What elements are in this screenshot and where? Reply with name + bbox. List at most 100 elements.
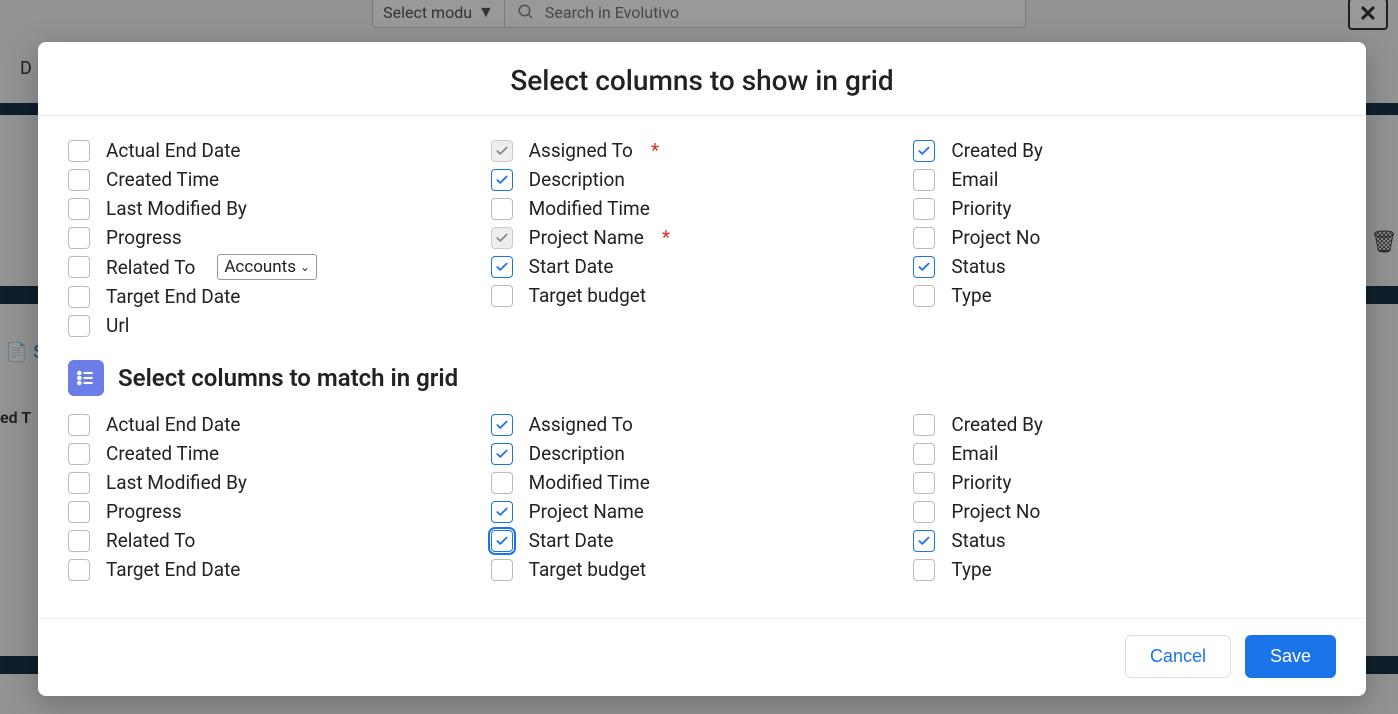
column-option: Type bbox=[913, 281, 1316, 310]
checkbox-label: Project Name bbox=[529, 500, 644, 523]
checkbox-label: Target budget bbox=[529, 284, 646, 307]
column-option: Progress bbox=[68, 223, 471, 252]
checkbox-label: Assigned To bbox=[529, 413, 633, 436]
checkbox-label: Modified Time bbox=[529, 197, 650, 220]
checkbox[interactable] bbox=[913, 140, 935, 162]
checkbox[interactable] bbox=[913, 530, 935, 552]
checkbox[interactable] bbox=[491, 530, 513, 552]
checkbox-label: Email bbox=[951, 168, 998, 191]
checkbox[interactable] bbox=[491, 256, 513, 278]
checkbox[interactable] bbox=[68, 472, 90, 494]
column-option: Priority bbox=[913, 194, 1316, 223]
column-option: Project Name bbox=[491, 497, 894, 526]
modal-body: Actual End Date Created Time Last Modified… bbox=[38, 116, 1366, 618]
match-section-header: Select columns to match in grid bbox=[68, 360, 1316, 396]
checkbox[interactable] bbox=[68, 559, 90, 581]
checkbox[interactable] bbox=[491, 198, 513, 220]
checkbox-label: Target End Date bbox=[106, 558, 240, 581]
related-to-select[interactable]: Accounts⌄ bbox=[217, 254, 317, 280]
list-icon bbox=[68, 360, 104, 396]
checkbox[interactable] bbox=[68, 169, 90, 191]
checkbox[interactable] bbox=[68, 286, 90, 308]
column-option: Status bbox=[913, 526, 1316, 555]
column-option: Created Time bbox=[68, 439, 471, 468]
checkbox-label: Created Time bbox=[106, 442, 219, 465]
checkbox[interactable] bbox=[491, 501, 513, 523]
checkbox[interactable] bbox=[68, 414, 90, 436]
checkbox[interactable] bbox=[491, 472, 513, 494]
checkbox[interactable] bbox=[68, 530, 90, 552]
checkbox[interactable] bbox=[913, 256, 935, 278]
checkbox-label: Status bbox=[951, 255, 1005, 278]
modal-header: Select columns to show in grid bbox=[38, 42, 1366, 116]
checkbox[interactable] bbox=[491, 285, 513, 307]
checkbox[interactable] bbox=[913, 501, 935, 523]
match-section-title: Select columns to match in grid bbox=[118, 364, 458, 392]
checkbox[interactable] bbox=[913, 559, 935, 581]
column-picker-modal: Select columns to show in grid Actual En… bbox=[38, 42, 1366, 696]
checkbox[interactable] bbox=[913, 198, 935, 220]
checkbox-label: Type bbox=[951, 284, 991, 307]
column-option: Related To Accounts⌄ bbox=[68, 252, 471, 282]
modal-scroll[interactable]: Actual End Date Created Time Last Modified… bbox=[68, 136, 1326, 618]
checkbox-label: Priority bbox=[951, 197, 1011, 220]
cancel-button[interactable]: Cancel bbox=[1125, 635, 1231, 678]
modal-footer: Cancel Save bbox=[38, 618, 1366, 696]
column-option: Assigned To* bbox=[491, 136, 894, 165]
checkbox-label: Project No bbox=[951, 500, 1040, 523]
checkbox[interactable] bbox=[68, 315, 90, 337]
checkbox[interactable] bbox=[913, 443, 935, 465]
column-option: Url bbox=[68, 311, 471, 340]
column-option: Created By bbox=[913, 136, 1316, 165]
checkbox[interactable] bbox=[913, 472, 935, 494]
modal-title: Select columns to show in grid bbox=[68, 64, 1336, 97]
checkbox[interactable] bbox=[68, 443, 90, 465]
checkbox-label: Created Time bbox=[106, 168, 219, 191]
checkbox-label: Start Date bbox=[529, 529, 614, 552]
checkbox bbox=[491, 140, 513, 162]
checkbox[interactable] bbox=[913, 414, 935, 436]
checkbox[interactable] bbox=[68, 140, 90, 162]
column-option: Modified Time bbox=[491, 194, 894, 223]
column-option: Created By bbox=[913, 410, 1316, 439]
column-option: Assigned To bbox=[491, 410, 894, 439]
checkbox-label: Description bbox=[529, 168, 625, 191]
show-columns-grid: Actual End Date Created Time Last Modified… bbox=[68, 136, 1316, 340]
checkbox-label: Related To bbox=[106, 529, 195, 552]
column-option: Actual End Date bbox=[68, 410, 471, 439]
chevron-down-icon: ⌄ bbox=[300, 260, 310, 274]
checkbox[interactable] bbox=[68, 501, 90, 523]
checkbox[interactable] bbox=[491, 169, 513, 191]
required-marker: * bbox=[662, 226, 670, 249]
checkbox-label: Progress bbox=[106, 226, 182, 249]
column-option: Last Modified By bbox=[68, 468, 471, 497]
column-option: Progress bbox=[68, 497, 471, 526]
required-marker: * bbox=[651, 139, 659, 162]
checkbox-label: Status bbox=[951, 529, 1005, 552]
checkbox[interactable] bbox=[68, 198, 90, 220]
checkbox-label: Type bbox=[951, 558, 991, 581]
checkbox[interactable] bbox=[491, 414, 513, 436]
checkbox[interactable] bbox=[491, 443, 513, 465]
column-option: Target budget bbox=[491, 555, 894, 584]
column-option: Related To bbox=[68, 526, 471, 555]
match-columns-grid: Actual End Date Created Time Last Modified… bbox=[68, 410, 1316, 584]
checkbox-label: Actual End Date bbox=[106, 413, 241, 436]
checkbox-label: Last Modified By bbox=[106, 197, 247, 220]
column-option: Type bbox=[913, 555, 1316, 584]
checkbox[interactable] bbox=[491, 559, 513, 581]
column-option: Target End Date bbox=[68, 282, 471, 311]
checkbox-label: Priority bbox=[951, 471, 1011, 494]
column-option: Last Modified By bbox=[68, 194, 471, 223]
checkbox[interactable] bbox=[913, 285, 935, 307]
save-button[interactable]: Save bbox=[1245, 635, 1336, 678]
checkbox[interactable] bbox=[68, 256, 90, 278]
checkbox-label: Actual End Date bbox=[106, 139, 241, 162]
column-option: Target End Date bbox=[68, 555, 471, 584]
checkbox[interactable] bbox=[913, 169, 935, 191]
checkbox-label: Description bbox=[529, 442, 625, 465]
checkbox[interactable] bbox=[68, 227, 90, 249]
checkbox[interactable] bbox=[913, 227, 935, 249]
checkbox-label: Project No bbox=[951, 226, 1040, 249]
checkbox-label: Related To bbox=[106, 256, 195, 279]
